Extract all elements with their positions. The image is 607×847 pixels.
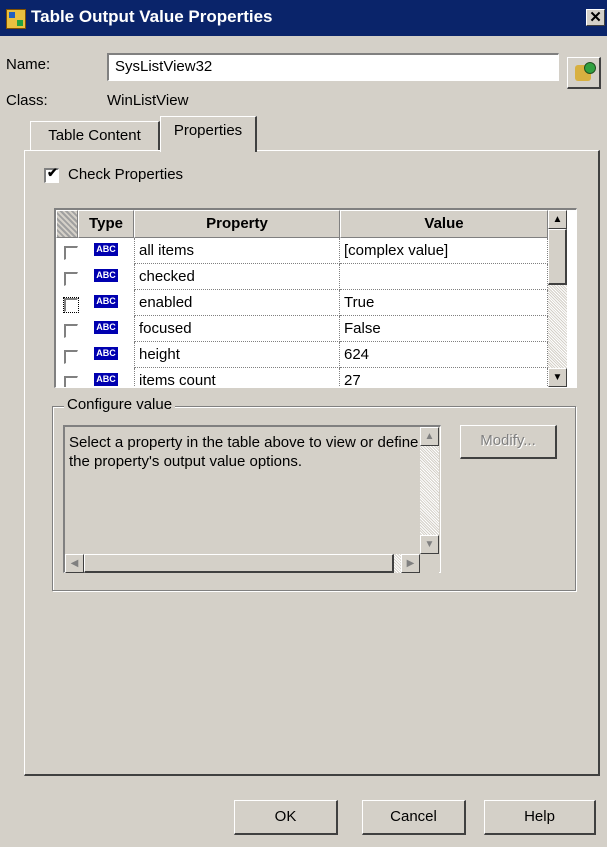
row-checkbox[interactable] <box>64 324 78 338</box>
name-value: SysListView32 <box>115 58 213 75</box>
close-button[interactable]: ✕ <box>586 9 605 26</box>
checkmark-icon: ✔ <box>47 165 58 180</box>
table-row[interactable]: ABC height 624 <box>56 342 548 368</box>
value-cell: 624 <box>340 342 548 368</box>
scroll-up-button[interactable]: ▲ <box>420 427 439 446</box>
scroll-down-button[interactable]: ▼ <box>548 368 567 387</box>
string-type-icon: ABC <box>94 347 118 360</box>
row-checkbox[interactable] <box>64 350 78 364</box>
string-type-icon: ABC <box>94 321 118 334</box>
finder-lens-icon <box>584 62 596 74</box>
column-header-value[interactable]: Value <box>340 210 548 238</box>
scroll-down-icon: ▼ <box>424 539 435 550</box>
class-label: Class: <box>6 92 48 109</box>
cancel-button[interactable]: Cancel <box>362 800 466 835</box>
property-cell: all items <box>134 238 340 264</box>
property-cell: height <box>134 342 340 368</box>
property-cell: focused <box>134 316 340 342</box>
grid-vertical-scrollbar[interactable]: ▲ ▼ <box>548 210 567 387</box>
configure-value-legend: Configure value <box>64 396 176 413</box>
scroll-up-icon: ▲ <box>552 214 563 225</box>
scroll-left-button[interactable]: ◀ <box>65 554 84 573</box>
scroll-left-icon: ◀ <box>70 558 79 569</box>
string-type-icon: ABC <box>94 243 118 256</box>
column-header-type[interactable]: Type <box>78 210 134 238</box>
description-text: Select a property in the table above to … <box>69 434 419 470</box>
table-row[interactable]: ABC all items [complex value] <box>56 238 548 264</box>
description-box: Select a property in the table above to … <box>63 425 441 573</box>
row-checkbox[interactable] <box>64 246 78 260</box>
value-cell: 27 <box>340 368 548 387</box>
scroll-up-icon: ▲ <box>424 431 435 442</box>
string-type-icon: ABC <box>94 269 118 282</box>
check-properties-label: Check Properties <box>68 166 184 183</box>
table-row[interactable]: ABC focused False <box>56 316 548 342</box>
scroll-down-button[interactable]: ▼ <box>420 535 439 554</box>
row-checkbox[interactable] <box>63 297 79 313</box>
help-button[interactable]: Help <box>484 800 596 835</box>
property-cell: checked <box>134 264 340 290</box>
string-type-icon: ABC <box>94 373 118 386</box>
properties-grid: Type Property Value ABC all items [compl… <box>54 208 577 388</box>
description-vertical-scrollbar[interactable]: ▲ ▼ <box>420 427 439 554</box>
scroll-corner <box>420 554 439 573</box>
table-row[interactable]: ABC checked <box>56 264 548 290</box>
tab-table-content[interactable]: Table Content <box>30 121 160 151</box>
row-checkbox[interactable] <box>64 376 78 387</box>
scroll-down-icon: ▼ <box>552 372 563 383</box>
scroll-thumb[interactable] <box>84 554 394 573</box>
select-all-header[interactable] <box>56 210 78 238</box>
ok-button[interactable]: OK <box>234 800 338 835</box>
table-row[interactable]: ABC enabled True <box>56 290 548 316</box>
table-row[interactable]: ABC items count 27 <box>56 368 548 387</box>
property-cell: items count <box>134 368 340 387</box>
modify-button[interactable]: Modify... <box>460 425 557 459</box>
table-output-icon <box>6 9 26 29</box>
description-horizontal-scrollbar[interactable]: ◀ ▶ <box>65 554 420 573</box>
close-icon: ✕ <box>589 9 602 26</box>
scroll-thumb[interactable] <box>548 229 567 285</box>
string-type-icon: ABC <box>94 295 118 308</box>
column-header-property[interactable]: Property <box>134 210 340 238</box>
scroll-right-button[interactable]: ▶ <box>401 554 420 573</box>
tab-properties[interactable]: Properties <box>160 116 257 152</box>
window-title: Table Output Value Properties <box>31 7 273 26</box>
scroll-right-icon: ▶ <box>406 558 415 569</box>
row-checkbox[interactable] <box>64 272 78 286</box>
value-cell: [complex value] <box>340 238 548 264</box>
title-bar: Table Output Value Properties ✕ <box>0 0 607 36</box>
value-cell: False <box>340 316 548 342</box>
value-cell: True <box>340 290 548 316</box>
property-cell: enabled <box>134 290 340 316</box>
check-properties-checkbox[interactable]: ✔ <box>44 165 59 183</box>
object-finder-button[interactable] <box>567 57 601 89</box>
scroll-up-button[interactable]: ▲ <box>548 210 567 229</box>
name-field[interactable]: SysListView32 <box>107 53 559 81</box>
value-cell <box>340 264 548 290</box>
class-value: WinListView <box>107 92 189 109</box>
name-label: Name: <box>6 56 51 73</box>
